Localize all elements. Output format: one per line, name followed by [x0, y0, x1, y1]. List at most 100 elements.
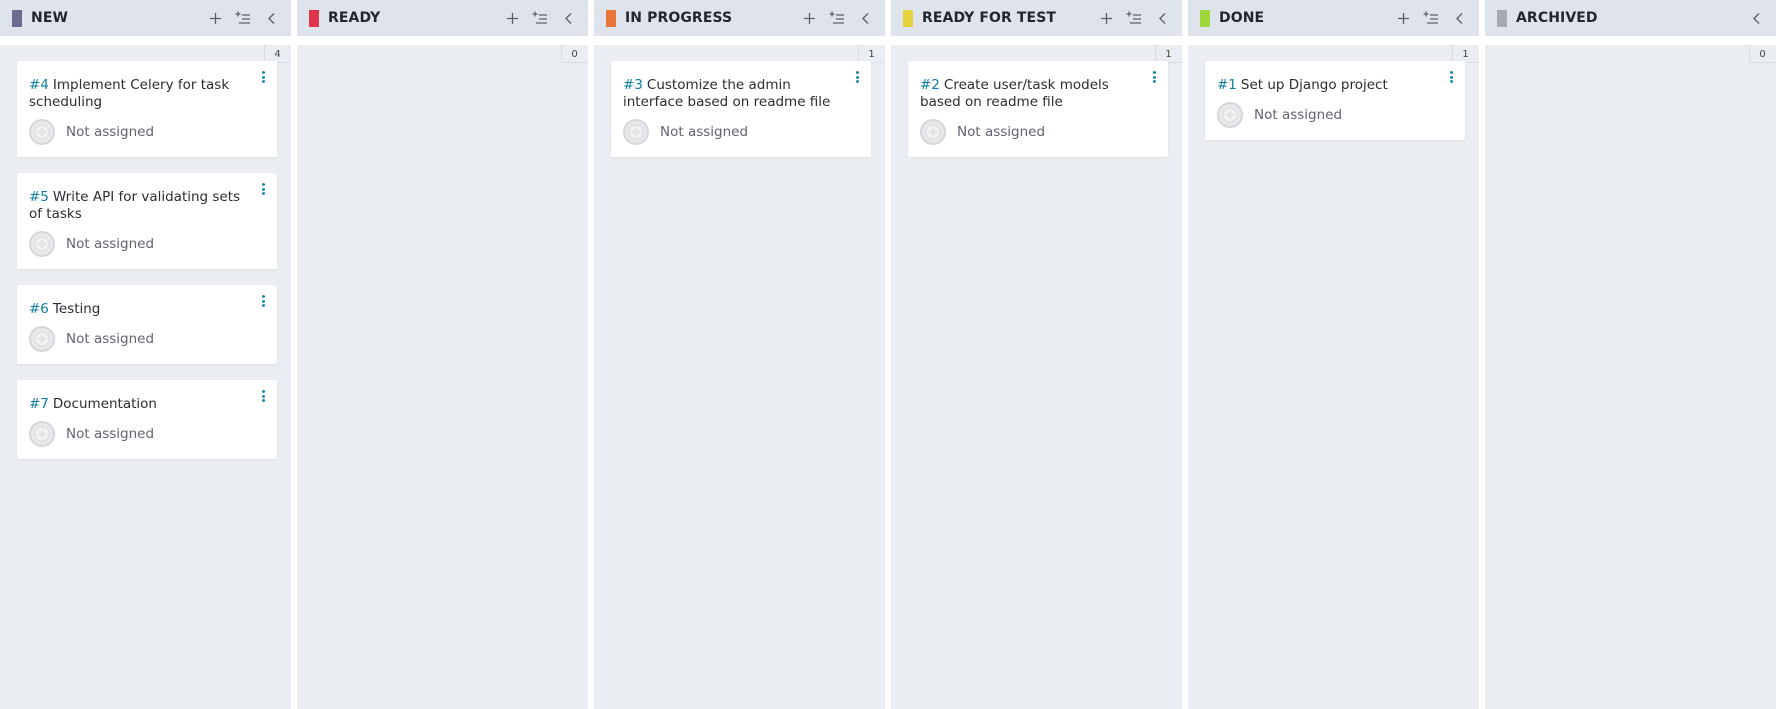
column-header: ARCHIVED [1485, 0, 1776, 36]
card-list: #4 Implement Celery for task scheduling N… [0, 45, 291, 459]
card-count-badge: 0 [561, 45, 588, 63]
column-body: 0 [1485, 45, 1776, 709]
chevron-left-icon [1752, 12, 1759, 24]
avatar [1217, 102, 1243, 128]
card-assignee[interactable]: Not assigned [29, 119, 245, 145]
more-vertical-dot [261, 183, 265, 186]
assignee-label: Not assigned [66, 236, 155, 252]
more-vertical-dot [855, 75, 859, 79]
collapse-column-button[interactable] [1154, 10, 1170, 26]
more-vertical-dot [261, 304, 265, 307]
card-menu-button[interactable] [1150, 69, 1158, 85]
task-card[interactable]: #6 Testing Not assigned [17, 285, 277, 364]
task-card[interactable]: #2 Create user/task models based on readm… [908, 61, 1168, 157]
card-title: #6 Testing [29, 301, 245, 318]
card-menu-button[interactable] [259, 181, 267, 197]
default-avatar-icon [34, 124, 50, 140]
card-ref[interactable]: #4 [29, 77, 49, 93]
assignee-label: Not assigned [66, 124, 155, 140]
column-header: IN PROGRESS [594, 0, 885, 36]
card-assignee[interactable]: Not assigned [29, 421, 245, 447]
bulk-add-button[interactable] [1126, 10, 1142, 26]
kanban-column-in-progress: IN PROGRESS 1 #3 Customize the admin int… [594, 0, 885, 709]
column-body: 1 #3 Customize the admin interface based … [594, 45, 885, 709]
more-vertical-dot [261, 192, 265, 195]
column-actions [504, 10, 576, 26]
card-list [1485, 45, 1776, 61]
column-actions [207, 10, 279, 26]
card-assignee[interactable]: Not assigned [29, 231, 245, 257]
assignee-label: Not assigned [957, 124, 1046, 140]
column-body: 4 #4 Implement Celery for task scheduling… [0, 45, 291, 709]
card-menu-button[interactable] [259, 388, 267, 404]
card-ref[interactable]: #1 [1217, 77, 1237, 93]
column-header: READY FOR TEST [891, 0, 1182, 36]
avatar [29, 231, 55, 257]
add-card-button[interactable] [1098, 10, 1114, 26]
add-card-button[interactable] [801, 10, 817, 26]
assignee-label: Not assigned [66, 426, 155, 442]
card-menu-button[interactable] [853, 69, 861, 85]
card-list: #3 Customize the admin interface based on… [594, 45, 885, 157]
add-list-icon [532, 11, 547, 24]
card-title: #2 Create user/task models based on readm… [920, 77, 1136, 111]
bulk-add-button[interactable] [829, 10, 845, 26]
column-header: READY [297, 0, 588, 36]
more-vertical-dot [261, 295, 265, 298]
more-vertical-dot [1152, 71, 1156, 74]
task-card[interactable]: #3 Customize the admin interface based on… [611, 61, 871, 157]
more-vertical-dot [261, 390, 265, 393]
collapse-column-button[interactable] [857, 10, 873, 26]
chevron-left-icon [861, 12, 868, 24]
default-avatar-icon [628, 124, 644, 140]
add-card-button[interactable] [504, 10, 520, 26]
card-ref[interactable]: #7 [29, 396, 49, 412]
add-card-button[interactable] [207, 10, 223, 26]
card-assignee[interactable]: Not assigned [623, 119, 839, 145]
card-list: #1 Set up Django project Not assigned [1188, 45, 1479, 140]
add-card-button[interactable] [1395, 10, 1411, 26]
more-vertical-dot [261, 187, 265, 191]
collapse-column-button[interactable] [1748, 10, 1764, 26]
kanban-column-archived: ARCHIVED 0 [1485, 0, 1776, 709]
avatar [29, 119, 55, 145]
column-title: READY [328, 10, 381, 26]
card-menu-button[interactable] [1447, 69, 1455, 85]
column-actions [1748, 10, 1764, 26]
collapse-column-button[interactable] [1451, 10, 1467, 26]
column-actions [1395, 10, 1467, 26]
card-menu-button[interactable] [259, 293, 267, 309]
card-ref[interactable]: #5 [29, 189, 49, 205]
card-subject: Create user/task models based on readme … [920, 77, 1109, 110]
more-vertical-dot [1152, 80, 1156, 83]
more-vertical-dot [1449, 71, 1453, 74]
more-vertical-dot [1152, 75, 1156, 79]
collapse-column-button[interactable] [263, 10, 279, 26]
card-ref[interactable]: #3 [623, 77, 643, 93]
task-card[interactable]: #4 Implement Celery for task scheduling N… [17, 61, 277, 157]
chevron-left-icon [564, 12, 571, 24]
kanban-column-ready-for-test: READY FOR TEST 1 #2 Create user/task mod… [891, 0, 1182, 709]
card-assignee[interactable]: Not assigned [920, 119, 1136, 145]
card-ref[interactable]: #2 [920, 77, 940, 93]
assignee-label: Not assigned [1254, 107, 1343, 123]
more-vertical-dot [261, 394, 265, 398]
more-vertical-dot [855, 71, 859, 74]
task-card[interactable]: #7 Documentation Not assigned [17, 380, 277, 459]
card-ref[interactable]: #6 [29, 301, 49, 317]
bulk-add-button[interactable] [1423, 10, 1439, 26]
task-card[interactable]: #1 Set up Django project Not assigned [1205, 61, 1465, 140]
card-menu-button[interactable] [259, 69, 267, 85]
card-list: #2 Create user/task models based on readm… [891, 45, 1182, 157]
default-avatar-icon [1222, 107, 1238, 123]
bulk-add-button[interactable] [235, 10, 251, 26]
card-subject: Set up Django project [1240, 77, 1388, 93]
chevron-left-icon [1158, 12, 1165, 24]
card-assignee[interactable]: Not assigned [29, 326, 245, 352]
collapse-column-button[interactable] [560, 10, 576, 26]
task-card[interactable]: #5 Write API for validating sets of tasks… [17, 173, 277, 269]
plus-icon [803, 12, 815, 24]
more-vertical-dot [1449, 75, 1453, 79]
card-assignee[interactable]: Not assigned [1217, 102, 1433, 128]
bulk-add-button[interactable] [532, 10, 548, 26]
